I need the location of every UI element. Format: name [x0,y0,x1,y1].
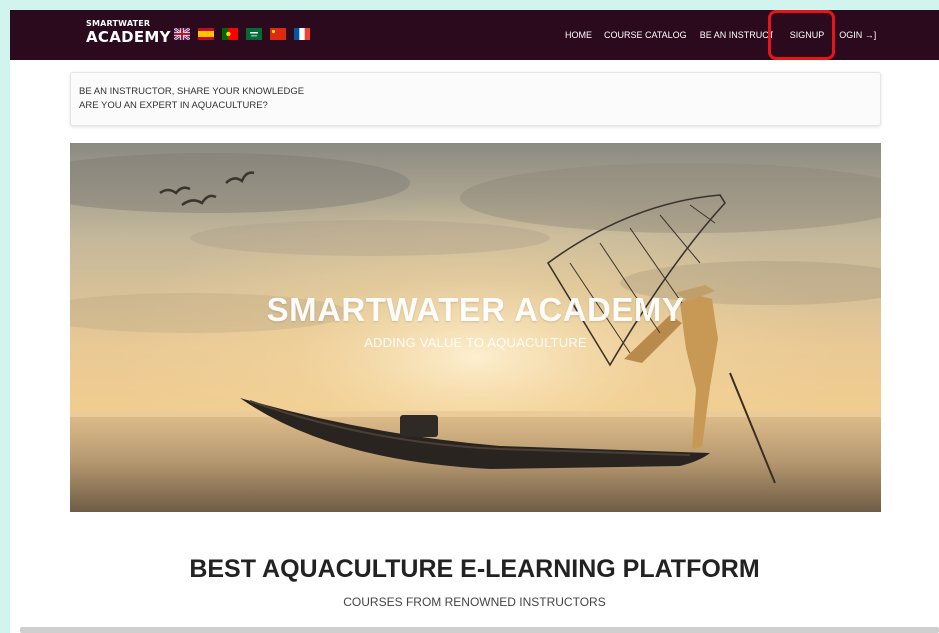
china-flag-icon[interactable] [270,28,286,40]
nav-signup-link[interactable]: SIGNUP [790,30,825,40]
hero-banner: SMARTWATER ACADEMY ADDING VALUE TO AQUAC… [70,143,881,512]
portugal-flag-icon[interactable] [222,28,238,40]
page: SMARTWATER ACADEMY HOME COURSE CATALOG B… [10,10,939,633]
info-line2: ARE YOU AN EXPERT IN AQUACULTURE? [79,100,268,111]
nav-be-an-instructor-link[interactable]: BE AN INSTRUCTOR [700,30,773,40]
info-line1: BE AN INSTRUCTOR, SHARE YOUR KNOWLEDGE [79,86,305,97]
instructor-info-box[interactable]: BE AN INSTRUCTOR, SHARE YOUR KNOWLEDGE A… [70,72,881,126]
nav-home-link[interactable]: HOME [565,30,592,40]
navbar: SMARTWATER ACADEMY HOME COURSE CATALOG B… [10,10,939,60]
nav-links: HOME COURSE CATALOG BE AN INSTRUCTOR SIG… [565,10,939,60]
spain-flag-icon[interactable] [198,28,214,40]
logo-line1: SMARTWATER [86,19,151,28]
section-title: BEST AQUACULTURE E-LEARNING PLATFORM [189,555,760,583]
section-subtitle: COURSES FROM RENOWNED INSTRUCTORS [343,595,606,609]
language-flags [174,28,310,40]
hero-title: SMARTWATER ACADEMY [266,291,685,328]
nav-login-label: LOGIN →] [839,30,877,40]
nav-login-link[interactable]: LOGIN →] [839,30,879,40]
uk-flag-icon[interactable] [174,28,190,40]
hero-subtitle: ADDING VALUE TO AQUACULTURE [364,335,587,350]
logo[interactable]: SMARTWATER ACADEMY [86,20,171,45]
nav-course-catalog-link[interactable]: COURSE CATALOG [604,30,687,40]
logo-line2: ACADEMY [86,28,171,46]
horizontal-scrollbar[interactable] [20,627,939,633]
france-flag-icon[interactable] [294,28,310,40]
saudi-flag-icon[interactable] [246,28,262,40]
